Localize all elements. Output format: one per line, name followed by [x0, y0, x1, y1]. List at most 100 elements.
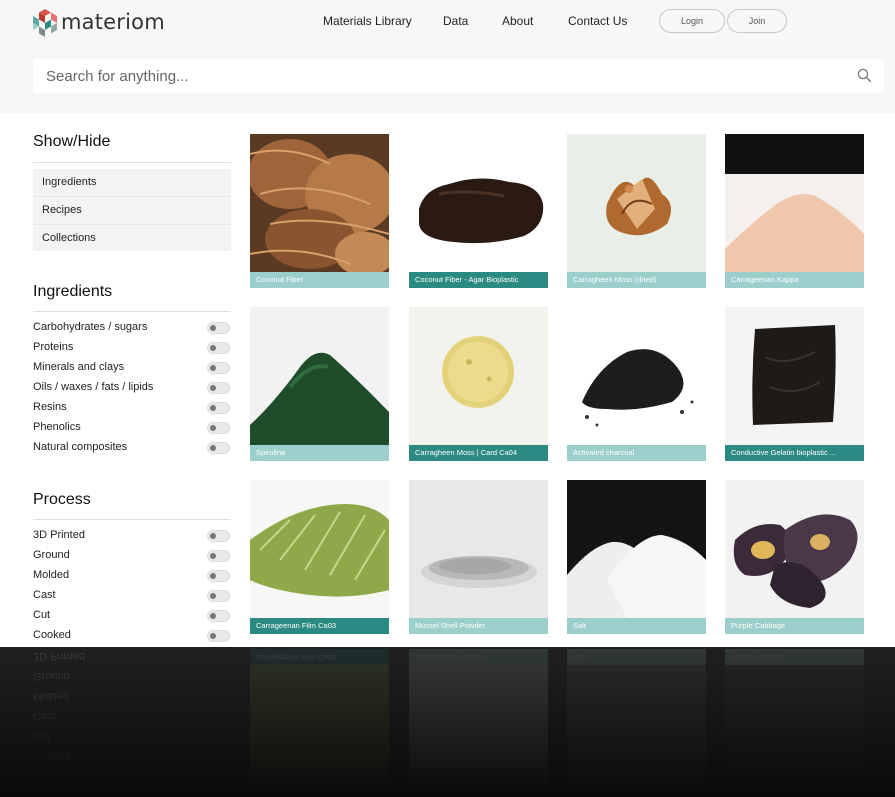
filter-natural-composites[interactable]: Natural composites: [33, 440, 231, 456]
filter-resins[interactable]: Resins: [33, 400, 231, 416]
material-image: [250, 134, 389, 272]
material-card[interactable]: Mussel Shell Powder: [409, 480, 548, 634]
search-icon[interactable]: [857, 68, 872, 83]
show-hide-recipes[interactable]: Recipes: [33, 197, 231, 224]
toggle-switch[interactable]: [207, 590, 230, 602]
filter-label: Cut: [33, 609, 51, 621]
toggle-switch[interactable]: [207, 570, 230, 582]
toggle-knob: [210, 405, 216, 411]
toggle-switch[interactable]: [207, 610, 230, 622]
material-name: Activated charcoal: [567, 445, 706, 461]
materiom-hex-logo-icon: [33, 9, 57, 37]
material-image: [567, 134, 706, 272]
material-name: Carragheen Moss (dried): [567, 272, 706, 288]
toggle-switch[interactable]: [207, 442, 230, 454]
search-bar: [33, 59, 884, 93]
logo[interactable]: materiom: [33, 9, 165, 39]
toggle-switch[interactable]: [207, 362, 230, 374]
toggle-switch[interactable]: [207, 322, 230, 334]
material-image: [567, 307, 706, 445]
ingredients-title: Ingredients: [33, 283, 113, 300]
toggle-knob: [210, 385, 216, 391]
reflection-overlay: 3D Printed Ground Molded Cast Cut Cooked…: [0, 647, 895, 797]
filter-phenolics[interactable]: Phenolics: [33, 420, 231, 436]
filter-label: Cast: [33, 589, 56, 601]
material-name: Salt: [567, 618, 706, 634]
toggle-knob: [210, 325, 216, 331]
filter-cast[interactable]: Cast: [33, 588, 231, 604]
toggle-knob: [210, 345, 216, 351]
material-image: [409, 134, 548, 272]
material-card[interactable]: Activated charcoal: [567, 307, 706, 461]
toggle-switch[interactable]: [207, 342, 230, 354]
toggle-knob: [210, 365, 216, 371]
toggle-switch[interactable]: [207, 550, 230, 562]
material-card[interactable]: Spirulina: [250, 307, 389, 461]
toggle-knob: [210, 613, 216, 619]
show-hide-ingredients[interactable]: Ingredients: [33, 169, 231, 196]
toggle-switch[interactable]: [207, 530, 230, 542]
filter-label: Ground: [33, 549, 70, 561]
filter-ground[interactable]: Ground: [33, 548, 231, 564]
material-card[interactable]: Coconut Fiber: [250, 134, 389, 288]
toggle-knob: [210, 593, 216, 599]
nav-about[interactable]: About: [502, 14, 533, 28]
filter-minerals[interactable]: Minerals and clays: [33, 360, 231, 376]
material-card[interactable]: Carrageenan Kappa: [725, 134, 864, 288]
filter-label: Natural composites: [33, 441, 128, 453]
filter-label: Cooked: [33, 629, 71, 641]
show-hide-title: Show/Hide: [33, 133, 111, 150]
material-name: Mussel Shell Powder: [409, 618, 548, 634]
toggle-knob: [210, 425, 216, 431]
material-image: [725, 480, 864, 618]
toggle-switch[interactable]: [207, 422, 230, 434]
material-card[interactable]: Carrageenan Film Ca03: [250, 480, 389, 634]
nav-materials-library[interactable]: Materials Library: [323, 14, 412, 28]
material-name: Carrageenan Film Ca03: [250, 618, 389, 634]
material-name: Conductive Gelatin bioplastic ...: [725, 445, 864, 461]
material-image: [250, 307, 389, 445]
filter-oils[interactable]: Oils / waxes / fats / lipids: [33, 380, 231, 396]
filter-carbohydrates[interactable]: Carbohydrates / sugars: [33, 320, 231, 336]
filter-label: Resins: [33, 401, 67, 413]
filter-proteins[interactable]: Proteins: [33, 340, 231, 356]
material-card[interactable]: Conductive Gelatin bioplastic ...: [725, 307, 864, 461]
material-card[interactable]: Carragheen Moss (dried): [567, 134, 706, 288]
divider: [33, 162, 231, 163]
toggle-knob: [210, 553, 216, 559]
filter-cut[interactable]: Cut: [33, 608, 231, 624]
nav-data[interactable]: Data: [443, 14, 468, 28]
material-image: [409, 307, 548, 445]
toggle-switch[interactable]: [207, 382, 230, 394]
nav-contact-us[interactable]: Contact Us: [568, 14, 627, 28]
material-image: [567, 480, 706, 618]
material-card[interactable]: Coconut Fiber - Agar Bioplastic: [409, 134, 548, 288]
toggle-switch[interactable]: [207, 630, 230, 642]
filter-label: Proteins: [33, 341, 74, 353]
material-name: Spirulina: [250, 445, 389, 461]
join-button[interactable]: Join: [727, 9, 787, 33]
material-image: [409, 480, 548, 618]
filter-label: Phenolics: [33, 421, 81, 433]
material-image: [725, 307, 864, 445]
search-input[interactable]: [33, 59, 884, 93]
material-card[interactable]: Purple Cabbage: [725, 480, 864, 634]
material-card[interactable]: Salt: [567, 480, 706, 634]
material-name: Coconut Fiber - Agar Bioplastic: [409, 272, 548, 288]
material-name: Carrageenan Kappa: [725, 272, 864, 288]
filter-label: 3D Printed: [33, 529, 85, 541]
process-title: Process: [33, 491, 91, 508]
material-name: Coconut Fiber: [250, 272, 389, 288]
login-button[interactable]: Login: [659, 9, 725, 33]
show-hide-collections[interactable]: Collections: [33, 225, 231, 251]
toggle-switch[interactable]: [207, 402, 230, 414]
filter-molded[interactable]: Molded: [33, 568, 231, 584]
filter-label: Carbohydrates / sugars: [33, 321, 148, 333]
material-card[interactable]: Carragheen Moss | Card Ca04: [409, 307, 548, 461]
toggle-knob: [210, 633, 216, 639]
filter-3d-printed[interactable]: 3D Printed: [33, 528, 231, 544]
toggle-knob: [210, 445, 216, 451]
divider: [33, 311, 231, 312]
filter-cooked[interactable]: Cooked: [33, 628, 231, 644]
material-name: Purple Cabbage: [725, 618, 864, 634]
